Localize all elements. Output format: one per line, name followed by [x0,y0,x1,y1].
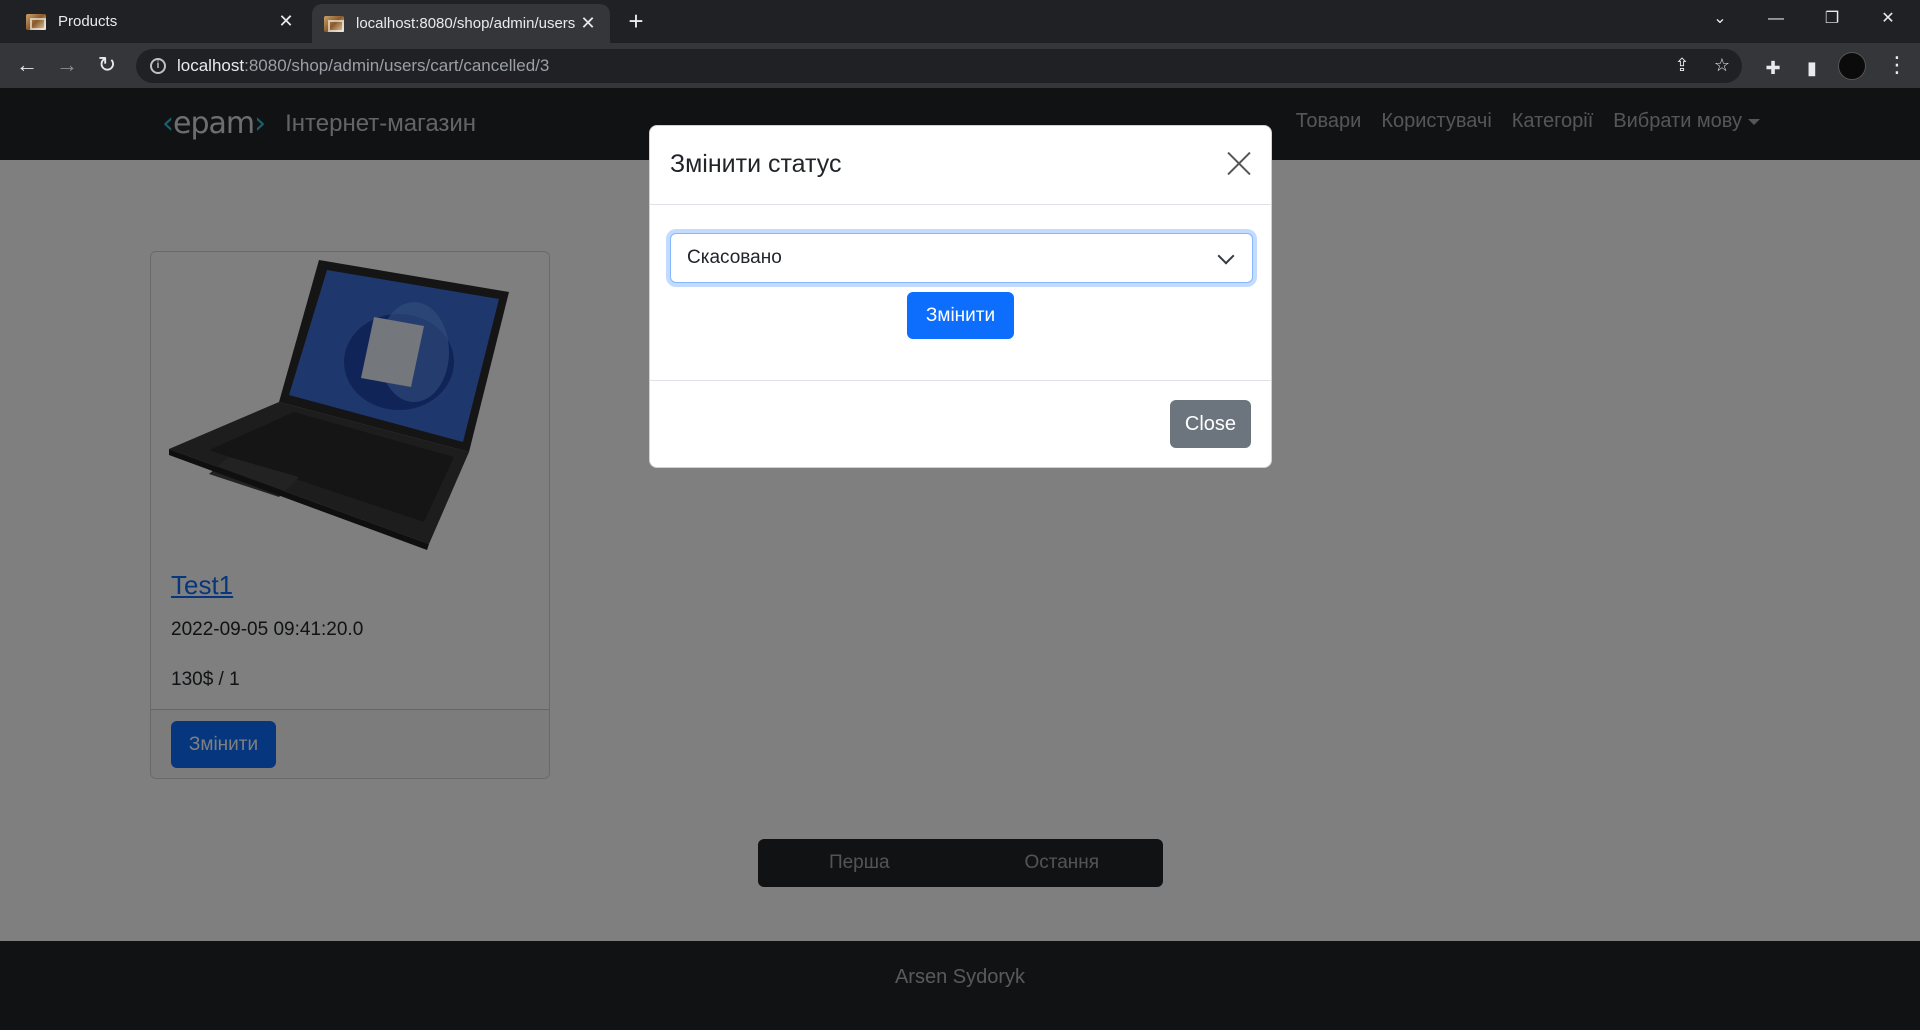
close-tab-icon[interactable]: ✕ [576,13,600,34]
modal-footer: Close [650,380,1271,469]
address-bar[interactable]: i localhost:8080/shop/admin/users/cart/c… [136,49,1742,83]
restore-icon[interactable]: ❐ [1804,0,1860,38]
tab-search-icon[interactable]: ⌄ [1692,0,1748,38]
window-close-icon[interactable]: ✕ [1860,0,1916,38]
url-text[interactable]: localhost:8080/shop/admin/users/cart/can… [177,56,549,76]
browser-menu-icon[interactable]: ⋮ [1886,52,1908,78]
side-panel-icon[interactable]: ▮ [1799,56,1825,82]
browser-tabbar: Products ✕ localhost:8080/shop/admin/use… [0,0,1920,43]
close-tab-icon[interactable]: ✕ [274,11,298,32]
status-select[interactable]: Скасовано [670,233,1253,283]
profile-avatar[interactable] [1838,52,1866,80]
browser-tab-admin[interactable]: localhost:8080/shop/admin/users ✕ [312,4,610,43]
modal-change-button[interactable]: Змінити [907,292,1014,339]
extensions-puzzle-icon[interactable]: ✚ [1760,56,1786,82]
url-path: :8080/shop/admin/users/cart/cancelled/3 [244,56,550,75]
browser-toolbar: ← → ↻ i localhost:8080/shop/admin/users/… [0,43,1920,88]
change-status-modal: Змінити статус Скасовано Змінити Close [649,125,1272,468]
chevron-down-icon [1217,247,1235,265]
share-icon[interactable]: ⇪ [1670,55,1694,76]
new-tab-icon[interactable]: + [620,6,652,38]
modal-close-button[interactable]: Close [1170,400,1251,448]
close-icon[interactable] [1225,150,1253,178]
bookmark-star-icon[interactable]: ☆ [1710,55,1734,76]
tab-title: localhost:8080/shop/admin/users [356,15,576,32]
reload-icon[interactable]: ↻ [92,51,122,81]
browser-tab-products[interactable]: Products ✕ [8,0,308,43]
modal-header: Змінити статус [650,126,1271,205]
tab-title: Products [58,13,118,30]
forward-arrow-icon[interactable]: → [52,51,82,81]
modal-title: Змінити статус [670,150,842,178]
site-favicon-icon [324,15,344,32]
minimize-icon[interactable]: — [1748,0,1804,38]
back-arrow-icon[interactable]: ← [12,51,42,81]
url-host: localhost [177,56,245,75]
site-info-icon[interactable]: i [150,58,166,74]
site-favicon-icon [26,13,46,30]
status-select-value: Скасовано [687,247,782,268]
